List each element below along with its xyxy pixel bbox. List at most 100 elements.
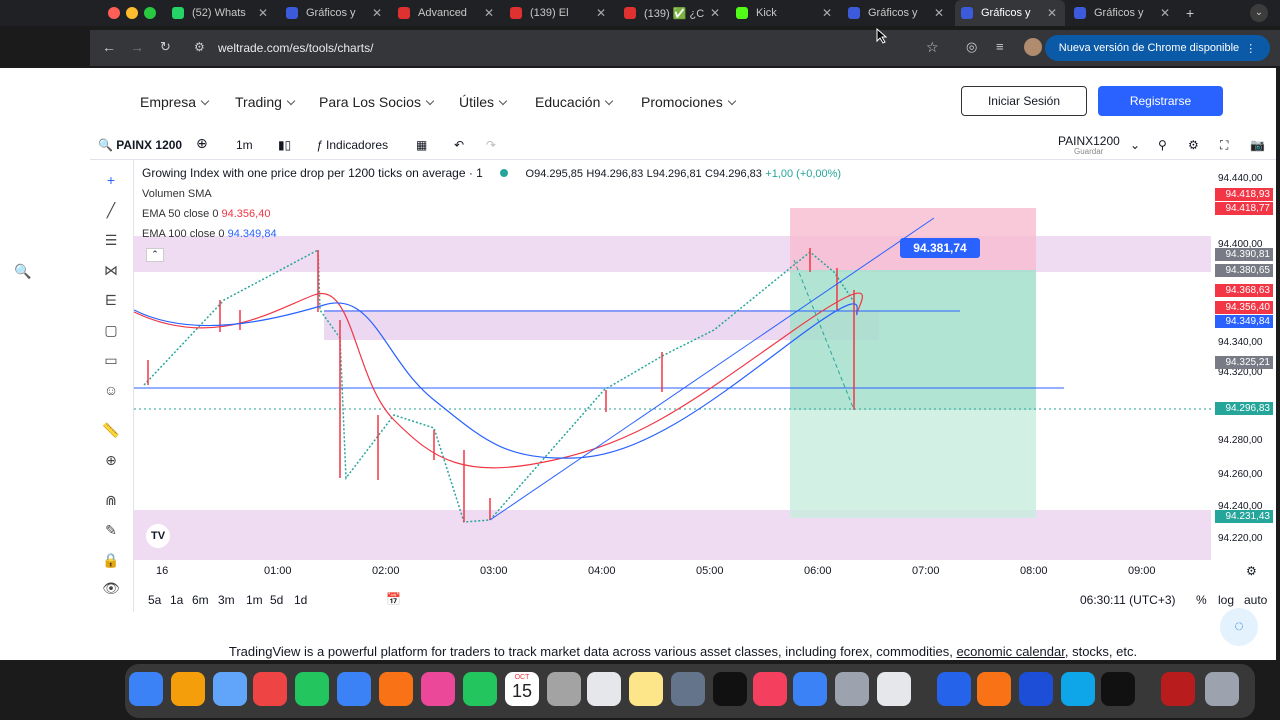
appstore-icon[interactable] (793, 672, 827, 706)
maximize-window-button[interactable] (144, 7, 156, 19)
url-text[interactable]: weltrade.com/es/tools/charts/ (218, 41, 373, 55)
fullscreen-icon[interactable]: ⛶ (1220, 138, 1228, 153)
range-button-5a[interactable]: 5a (148, 593, 161, 607)
range-button-1m[interactable]: 1m (246, 593, 263, 607)
browser-tab[interactable]: (52) Whats ✕ (166, 0, 276, 26)
extension-icon[interactable]: ◎ (966, 39, 977, 55)
nav-utiles[interactable]: Útiles (459, 94, 508, 110)
browser-tab[interactable]: Gráficos y ✕ (280, 0, 390, 26)
tab-close-icon[interactable]: ✕ (372, 6, 382, 20)
mail-icon[interactable] (337, 672, 371, 706)
chrome-update-button[interactable]: Nueva versión de Chrome disponible ⋮ (1045, 35, 1270, 61)
facetime-icon[interactable] (463, 672, 497, 706)
contacts-icon[interactable] (547, 672, 581, 706)
register-button[interactable]: Registrarse (1098, 86, 1223, 116)
ema100-legend[interactable]: EMA 100 close 0 94.349,84 (142, 228, 277, 240)
eye-icon[interactable]: 👁 (100, 578, 122, 598)
browser-tab[interactable]: Gráficos y ✕ (842, 0, 952, 26)
reading-list-icon[interactable]: ≡ (996, 39, 1004, 54)
tab-close-icon[interactable]: ✕ (934, 6, 944, 20)
price-chart[interactable]: Growing Index with one price drop per 12… (134, 160, 1211, 560)
nav-para-los-socios[interactable]: Para Los Socios (319, 94, 435, 110)
interval-selector[interactable]: 1m (236, 138, 253, 152)
date-range-icon[interactable]: 📅 (386, 592, 401, 606)
tab-close-icon[interactable]: ✕ (484, 6, 494, 20)
media-icon[interactable] (1161, 672, 1195, 706)
tab-search-icon[interactable]: ⌄ (1250, 4, 1268, 22)
settings-gear-icon[interactable]: ⚙ (1188, 138, 1199, 152)
text-note-icon[interactable]: ▭ (100, 350, 122, 370)
site-settings-icon[interactable]: ⚙ (194, 40, 205, 54)
browser-tab[interactable]: (139) ✅ ¿C ✕ (618, 0, 728, 26)
browser-tab[interactable]: Gráficos y ✕ (1068, 0, 1178, 26)
emoji-icon[interactable]: ☺ (100, 380, 122, 400)
lock-icon[interactable]: 🔒 (100, 550, 122, 570)
log-toggle[interactable]: log (1218, 593, 1234, 607)
chatgpt-icon[interactable] (1101, 672, 1135, 706)
appletv-icon[interactable] (713, 672, 747, 706)
redo-icon[interactable]: ↷ (486, 138, 496, 152)
axis-settings-icon[interactable]: ⚙ (1246, 564, 1257, 578)
browser-tab[interactable]: Advanced ✕ (392, 0, 502, 26)
tab-close-icon[interactable]: ✕ (596, 6, 606, 20)
range-button-1a[interactable]: 1a (170, 593, 183, 607)
trash-icon[interactable] (1205, 672, 1239, 706)
forecast-icon[interactable]: ⋿ (100, 290, 122, 310)
stocks-icon[interactable] (671, 672, 705, 706)
undo-icon[interactable]: ↶ (454, 138, 464, 152)
photos-icon[interactable] (421, 672, 455, 706)
brave-icon[interactable] (977, 672, 1011, 706)
iphone-mirror-icon[interactable] (877, 672, 911, 706)
back-arrow-icon[interactable]: ← (102, 39, 116, 55)
minimize-window-button[interactable] (126, 7, 138, 19)
chat-support-icon[interactable]: ◌ (1220, 608, 1258, 646)
messages-icon[interactable] (295, 672, 329, 706)
tab-close-icon[interactable]: ✕ (258, 6, 268, 20)
nav-trading[interactable]: Trading (235, 94, 296, 110)
range-button-5d[interactable]: 5d (270, 593, 283, 607)
zoom-icon[interactable] (937, 672, 971, 706)
finder-icon[interactable] (129, 672, 163, 706)
drawing-mode-icon[interactable]: ✎ (100, 520, 122, 540)
music-icon[interactable] (753, 672, 787, 706)
percent-toggle[interactable]: % (1196, 593, 1207, 607)
browser-tab[interactable]: Gráficos y ✕ (955, 0, 1065, 26)
proxyman-icon[interactable] (1061, 672, 1095, 706)
nav-empresa[interactable]: Empresa (140, 94, 210, 110)
chevron-down-icon[interactable]: ⌄ (1130, 138, 1140, 152)
nav-educacion[interactable]: Educación (535, 94, 614, 110)
reload-icon[interactable]: ↻ (160, 39, 171, 55)
auto-toggle[interactable]: auto (1244, 593, 1267, 607)
layout-name[interactable]: PAINX1200 (1058, 134, 1120, 148)
economic-calendar-link[interactable]: economic calendar (956, 644, 1064, 659)
browser-tab[interactable]: Kick ✕ (730, 0, 840, 26)
launchpad-icon[interactable] (171, 672, 205, 706)
fib-retracement-icon[interactable]: ☰ (100, 230, 122, 250)
close-window-button[interactable] (108, 7, 120, 19)
tab-close-icon[interactable]: ✕ (710, 6, 720, 20)
layouts-icon[interactable]: ▦ (416, 138, 427, 152)
collapse-legend-icon[interactable]: ⌃ (146, 248, 164, 262)
trend-line-icon[interactable]: ╱ (100, 200, 122, 220)
profile-avatar[interactable] (1024, 38, 1042, 56)
reminders-icon[interactable] (587, 672, 621, 706)
volume-indicator[interactable]: Volumen SMA (142, 188, 212, 200)
compare-symbol-icon[interactable]: ⊕ (196, 135, 208, 152)
shapes-icon[interactable]: ▢ (100, 320, 122, 340)
nav-promociones[interactable]: Promociones (641, 94, 736, 110)
symbol-search[interactable]: 🔍 PAINX 1200 (98, 138, 182, 152)
calendar-app-icon[interactable]: OCT 15 (505, 672, 539, 706)
range-button-1d[interactable]: 1d (294, 593, 307, 607)
tab-close-icon[interactable]: ✕ (822, 6, 832, 20)
maps-icon[interactable] (379, 672, 413, 706)
quick-search-icon[interactable]: ⚲ (1158, 138, 1167, 152)
price-axis[interactable]: 94.440,00 94.400,00 94.340,00 94.320,00 94.2… (1211, 160, 1276, 560)
crosshair-icon[interactable]: + (100, 170, 122, 190)
pattern-icon[interactable]: ⋈ (100, 260, 122, 280)
chrome-icon[interactable] (253, 672, 287, 706)
bookmark-star-icon[interactable]: ☆ (926, 39, 939, 56)
ruler-icon[interactable]: 📏 (100, 420, 122, 440)
safari-icon[interactable] (213, 672, 247, 706)
indicators-button[interactable]: ƒ Indicadores (316, 138, 388, 152)
new-tab-button[interactable]: + (1186, 5, 1194, 21)
